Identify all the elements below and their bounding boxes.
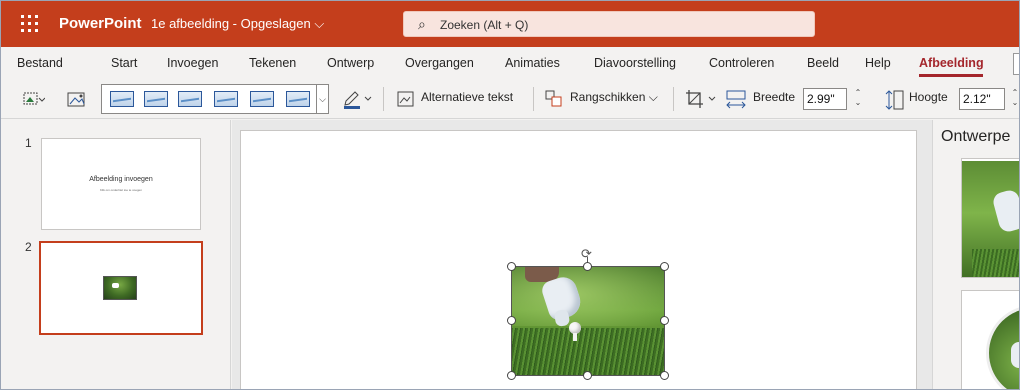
slide-thumbnail-panel: 1 Afbeelding invoegen Klik om ondertitel…	[1, 120, 231, 389]
arrange-icon	[545, 90, 562, 107]
designer-pane: Ontwerpe	[932, 120, 1019, 389]
search-placeholder[interactable]: Zoeken (Alt + Q)	[440, 18, 528, 32]
resize-handle-sw[interactable]	[507, 371, 516, 380]
remove-background-icon[interactable]	[23, 91, 45, 107]
width-input[interactable]: 2.99"	[803, 88, 847, 110]
thumb-subtitle: Klik om ondertitel toe te voegen	[99, 188, 143, 192]
designer-title: Ontwerpe	[941, 128, 1011, 145]
tab-afbeelding[interactable]: Afbeelding	[919, 56, 984, 70]
ribbon-separator	[673, 87, 674, 111]
search-icon: ⌕	[418, 16, 426, 32]
crop-icon[interactable]	[685, 89, 719, 109]
document-title[interactable]: 1e afbeelding - Opgeslagen ⌵	[151, 16, 324, 32]
width-spinner[interactable]: ⌃ ⌄	[853, 88, 863, 110]
active-tab-indicator	[919, 74, 983, 77]
tab-beeld[interactable]: Beeld	[807, 56, 839, 70]
picture-style-1[interactable]	[110, 91, 134, 107]
picture-style-4[interactable]	[214, 91, 238, 107]
resize-handle-w[interactable]	[507, 316, 516, 325]
app-name: PowerPoint	[59, 15, 142, 32]
tab-controleren[interactable]: Controleren	[709, 56, 774, 70]
slide-thumbnail-2[interactable]	[39, 241, 203, 335]
ribbon-tabs: Bestand Start Invoegen Tekenen Ontwerp O…	[1, 47, 1019, 79]
tab-overgangen[interactable]: Overgangen	[405, 56, 474, 70]
powerpoint-window: PowerPoint 1e afbeelding - Opgeslagen ⌵ …	[0, 0, 1020, 390]
thumb-title: Afbeelding invoegen	[89, 176, 153, 183]
resize-handle-ne[interactable]	[660, 262, 669, 271]
design-idea-1[interactable]	[961, 158, 1019, 278]
ribbon-overflow-button[interactable]	[1013, 53, 1019, 75]
resize-handle-se[interactable]	[660, 371, 669, 380]
thumb-picture	[103, 276, 137, 300]
rotate-handle-icon[interactable]: ⟳	[581, 246, 592, 262]
slide-number: 1	[25, 136, 32, 150]
resize-handle-e[interactable]	[660, 316, 669, 325]
ribbon-toolbar: ⌵ Alternatieve tekst Rangschikken ⌵ Bree…	[1, 79, 1019, 119]
slide-canvas[interactable]: ⟳	[240, 130, 917, 389]
height-label: Hoogte	[909, 90, 948, 104]
gallery-more-button[interactable]: ⌵	[317, 84, 329, 114]
width-label: Breedte	[753, 90, 796, 104]
slide-editor: ⟳	[232, 120, 932, 389]
arrange-button[interactable]: Rangschikken ⌵	[570, 90, 658, 105]
resize-handle-s[interactable]	[583, 371, 592, 380]
ribbon-separator	[383, 87, 384, 111]
app-launcher-icon[interactable]	[21, 15, 39, 33]
tab-tekenen[interactable]: Tekenen	[249, 56, 296, 70]
height-spinner[interactable]: ⌃ ⌄	[1010, 88, 1019, 110]
alt-text-button[interactable]: Alternatieve tekst	[421, 90, 513, 104]
tab-bestand[interactable]: Bestand	[17, 56, 63, 70]
picture-styles-gallery[interactable]	[101, 84, 317, 114]
picture-style-2[interactable]	[144, 91, 168, 107]
picture-style-5[interactable]	[250, 91, 274, 107]
tab-start[interactable]: Start	[111, 56, 137, 70]
golf-picture[interactable]	[511, 266, 665, 376]
height-icon	[885, 90, 904, 110]
picture-border-icon[interactable]	[343, 89, 373, 109]
picture-style-3[interactable]	[178, 91, 202, 107]
title-bar: PowerPoint 1e afbeelding - Opgeslagen ⌵ …	[1, 1, 1019, 47]
tab-invoegen[interactable]: Invoegen	[167, 56, 218, 70]
resize-handle-n[interactable]	[583, 262, 592, 271]
slide-number: 2	[25, 240, 32, 254]
resize-handle-nw[interactable]	[507, 262, 516, 271]
tab-diavoorstelling[interactable]: Diavoorstelling	[594, 56, 676, 70]
tab-ontwerp[interactable]: Ontwerp	[327, 56, 374, 70]
height-input[interactable]: 2.12"	[959, 88, 1005, 110]
tab-help[interactable]: Help	[865, 56, 891, 70]
width-icon	[726, 90, 746, 109]
image-adjust-icon[interactable]	[67, 90, 87, 108]
tab-animaties[interactable]: Animaties	[505, 56, 560, 70]
ribbon-separator	[533, 87, 534, 111]
design-idea-2[interactable]	[961, 290, 1019, 389]
search-box[interactable]: ⌕ Zoeken (Alt + Q)	[403, 11, 815, 37]
slide-thumbnail-1[interactable]: Afbeelding invoegen Klik om ondertitel t…	[41, 138, 201, 230]
alt-text-icon	[397, 91, 414, 107]
picture-style-6[interactable]	[286, 91, 310, 107]
